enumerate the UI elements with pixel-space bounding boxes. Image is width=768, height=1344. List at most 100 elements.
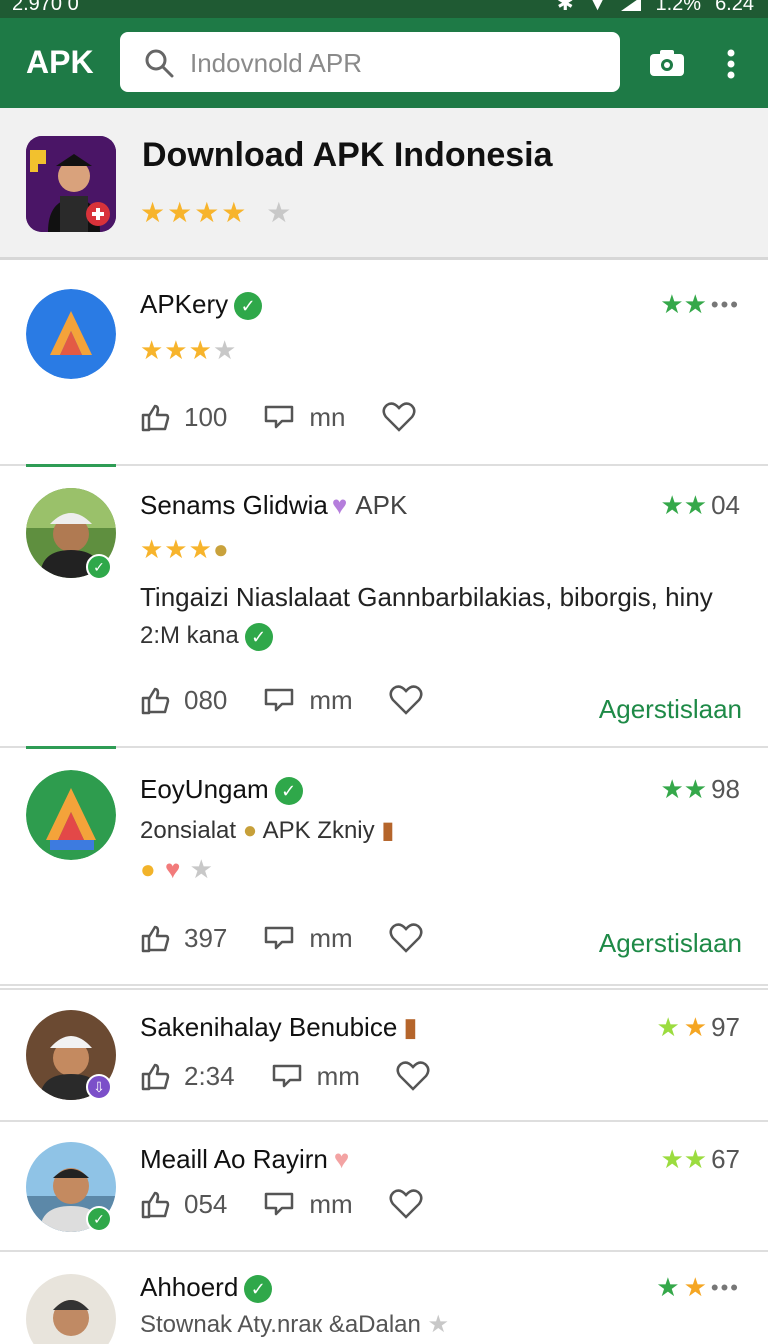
rating-star-1: ★	[656, 1012, 680, 1042]
favorite-button[interactable]	[389, 1189, 437, 1219]
like-button[interactable]: 054	[140, 1189, 227, 1220]
featured-app-title: Download APK Indonesia	[142, 136, 553, 174]
comment-count: mn	[309, 401, 346, 432]
favorite-button[interactable]	[396, 1061, 444, 1091]
item-emoji-icon: ▮	[381, 817, 395, 844]
item-rating: ★★ •••	[656, 1272, 740, 1303]
item-actions: 2:34 mm	[140, 1056, 480, 1096]
more-horiz-icon[interactable]: •••	[711, 1275, 740, 1301]
item-meta: Stownak Aty.nraк &aDalan	[140, 1311, 421, 1338]
item-link[interactable]: Agerstislaan	[599, 694, 742, 725]
item-name: EoyUngam	[140, 774, 269, 804]
app-icon-apkery	[26, 289, 116, 379]
item-actions: 054 mm	[140, 1184, 473, 1224]
item-title: Ahhoerd ✓	[140, 1272, 273, 1304]
item-actions: 100 mn	[140, 397, 466, 437]
thumbs-up-icon	[141, 404, 170, 432]
thumbs-up-icon	[141, 1063, 170, 1091]
comment-button[interactable]: mm	[271, 1061, 360, 1092]
stars-filled: ★★★	[140, 335, 213, 365]
comment-icon	[265, 405, 294, 429]
comment-button[interactable]: mn	[263, 401, 346, 433]
rating-value: 98	[711, 774, 740, 804]
verified-icon: ✓	[244, 622, 273, 651]
more-vert-icon[interactable]	[722, 48, 740, 80]
verified-icon: ✓	[234, 292, 263, 321]
item-meta: 2onsialat	[140, 817, 237, 844]
rating-stars-filled: ★★★★	[140, 197, 249, 228]
heart-icon	[389, 1189, 423, 1219]
favorite-button[interactable]	[382, 402, 430, 432]
stars-filled: ★★★	[140, 534, 213, 564]
favorite-button[interactable]	[389, 923, 437, 953]
like-count: 397	[184, 922, 228, 953]
camera-icon[interactable]	[650, 50, 684, 76]
item-name: Sakenihalay Benubice	[140, 1012, 398, 1042]
heart-emoji-icon: ♥	[333, 1144, 350, 1174]
thumbs-up-icon	[141, 687, 170, 715]
search-input[interactable]: Indovnold APR	[120, 32, 620, 92]
wifi-icon: ▼	[587, 0, 608, 15]
list-item[interactable]: ⇩ Sakenihalay Benubice ▮ ★ ★ 97 2:34 mm	[0, 988, 768, 1122]
item-subline: Stownak Aty.nraк &aDalan ★	[140, 1310, 449, 1339]
item-emoji-icon: ▮	[403, 1012, 418, 1042]
heart-icon	[382, 402, 416, 432]
featured-app-card[interactable]: Download APK Indonesia ★★★★ ★	[0, 108, 768, 260]
item-rating: ★★ 98	[660, 774, 740, 805]
item-meta-tag: APK Zkniy	[262, 817, 375, 844]
verified-badge-icon: ✓	[86, 554, 112, 580]
rating-value: 04	[711, 490, 740, 520]
bluetooth-icon: ✱	[556, 0, 574, 15]
star-empty: ★	[427, 1311, 450, 1338]
like-count: 054	[184, 1188, 228, 1219]
list-item[interactable]: APKery ✓ ★★ ••• ★★★★ 100 mn	[0, 263, 768, 466]
signal-icon	[621, 0, 642, 11]
comment-button[interactable]: mm	[263, 684, 353, 716]
rating-stars: ★★	[660, 1144, 708, 1174]
list-item[interactable]: ✓ Meaill Ao Rayirn ♥ ★★ 67 054 mm	[0, 1122, 768, 1252]
comment-count: mm	[309, 922, 353, 953]
like-button[interactable]: 080	[140, 685, 227, 716]
app-bar: APK Indovnold APR	[0, 18, 768, 108]
thumbs-up-icon	[141, 1191, 170, 1219]
comment-icon	[265, 926, 294, 950]
like-button[interactable]: 397	[140, 923, 227, 954]
list-item[interactable]: EoyUngam ✓ ★★ 98 2onsialat ● APK Zkniy ▮ …	[0, 746, 768, 986]
comment-icon	[265, 688, 294, 712]
comment-count: mm	[309, 1188, 353, 1219]
item-actions: 397 mm	[140, 918, 473, 958]
item-subline: 2:M kana ✓	[140, 622, 273, 651]
comment-button[interactable]: mm	[263, 922, 353, 954]
list-item[interactable]: ✓ Senams Glidwia ♥ APK ★★ 04 ★★★● Tingaizi…	[0, 464, 768, 748]
like-count: 100	[184, 401, 228, 432]
favorite-button[interactable]	[389, 685, 437, 715]
item-name: APKery	[140, 289, 229, 319]
item-accent-line	[26, 746, 116, 749]
list-item[interactable]: Ahhoerd ✓ ★ ★ ••• Stownak Aty.nraк &aDalan…	[0, 1252, 768, 1344]
rating-value: 97	[711, 1012, 740, 1042]
item-subline: 2onsialat ● APK Zkniy ▮	[140, 816, 395, 845]
item-title: EoyUngam ✓	[140, 774, 303, 806]
coin-icon: ●	[140, 854, 157, 884]
item-title: Sakenihalay Benubice ▮	[140, 1012, 418, 1043]
heart-emoji-icon: ♥	[164, 854, 182, 884]
item-rating: ★★ •••	[660, 289, 740, 320]
more-horiz-icon[interactable]: •••	[711, 292, 740, 318]
rating-value: 67	[711, 1144, 740, 1174]
face-emoji-icon: ●	[242, 817, 258, 844]
battery-percent: 1.2%	[655, 0, 702, 15]
rating-star-empty: ★	[266, 197, 294, 228]
rating-star-1: ★	[656, 1272, 680, 1302]
thumbs-up-icon	[141, 925, 170, 953]
verified-badge-icon: ✓	[86, 1206, 112, 1232]
rating-stars: ★★	[660, 490, 708, 520]
item-link[interactable]: Agerstislaan	[599, 928, 742, 959]
comment-button[interactable]: mm	[263, 1188, 353, 1220]
like-button[interactable]: 100	[140, 402, 227, 433]
comment-count: mm	[309, 684, 353, 715]
item-title: Senams Glidwia ♥ APK	[140, 490, 407, 521]
like-button[interactable]: 2:34	[140, 1061, 235, 1092]
rating-star-2: ★	[683, 1272, 707, 1302]
rating-stars: ★★	[660, 289, 707, 319]
verified-icon: ✓	[274, 777, 303, 806]
